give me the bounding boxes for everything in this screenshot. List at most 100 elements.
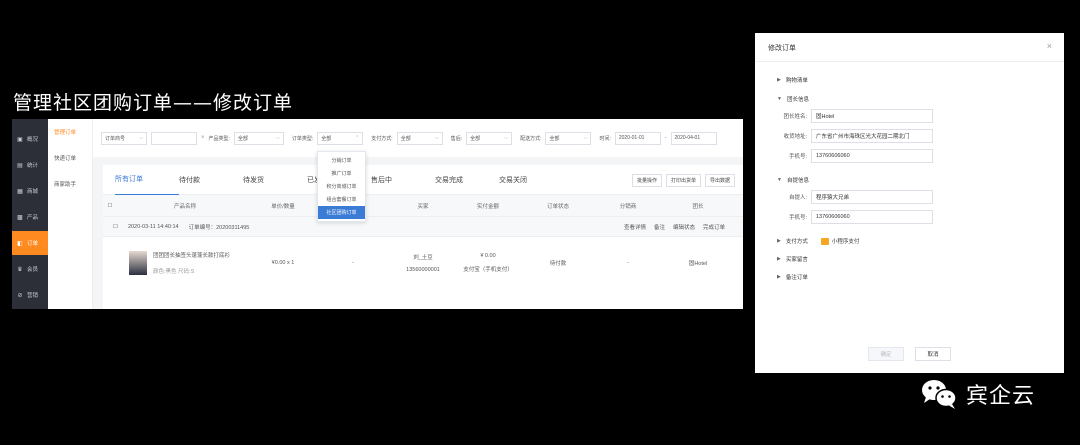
- section-cart[interactable]: ▶ 购物清单: [777, 76, 808, 84]
- order-type-select[interactable]: 全部 ⌃: [317, 131, 364, 145]
- page-title: 管理社区团购订单——修改订单: [13, 92, 294, 114]
- pickup-phone-row: 手机号: 13760606060: [755, 210, 933, 224]
- sidebar-item-mall[interactable]: ▦ 商城: [12, 179, 48, 203]
- buyer-name: 刘_土豆: [413, 255, 433, 261]
- section-pay-method[interactable]: ▶ 支付方式 小程序支付: [777, 237, 859, 246]
- main-content: 订单商号 ⌵ × 产品类型: 全部 ⌵ 订单类型: 全部 ⌃ 支付方式: 全部 ⌵ 售后…: [93, 119, 743, 309]
- table-header: ☐ 产品名称 单价/数量 买家 实付金额 订单状态 分销商 团长: [103, 195, 743, 217]
- caret-down-icon: ▼: [777, 96, 782, 102]
- product-name[interactable]: 团团团长抽签头蓬蓬长款打底衫: [153, 251, 230, 259]
- pickup-person-row: 自提人: 程序猿大兄弟: [755, 190, 933, 204]
- distributor: -: [627, 260, 629, 266]
- order-select-checkbox[interactable]: ☐: [113, 224, 118, 230]
- chart-icon: ▤: [17, 162, 23, 169]
- chevron-up-icon: ⌃: [355, 135, 360, 141]
- view-details-link[interactable]: 查看详情: [624, 223, 646, 231]
- section-buyer-message[interactable]: ▶ 买家留言: [777, 255, 808, 263]
- wechat-icon: [922, 380, 957, 409]
- dropdown-option-points[interactable]: 积分商城订单: [318, 180, 365, 193]
- export-button[interactable]: 导出数据: [704, 174, 735, 187]
- dropdown-option-group-buy[interactable]: 社区团购订单: [318, 206, 365, 219]
- subnav-merchant-assistant[interactable]: 商家助手: [48, 171, 92, 197]
- tab-pending-payment[interactable]: 待付款: [179, 175, 243, 185]
- close-icon[interactable]: ×: [1047, 41, 1052, 51]
- leader-address-input[interactable]: 广东省广州市海珠区光大花园二期北门: [811, 129, 933, 143]
- pickup-person-label: 自提人:: [788, 195, 807, 201]
- leader-name-row: 团长姓名: 固Hotel: [755, 109, 933, 123]
- tab-pending-shipment[interactable]: 待发货: [243, 175, 307, 185]
- confirm-button[interactable]: 确定: [868, 347, 904, 361]
- unit-price: ¥0.00: [271, 260, 286, 266]
- sidebar-item-orders[interactable]: ◧ 订单: [12, 231, 48, 255]
- discount: -: [352, 260, 354, 266]
- pickup-phone-label: 手机号:: [788, 215, 807, 221]
- pickup-person-input[interactable]: 程序猿大兄弟: [811, 190, 933, 204]
- store-icon: ▦: [17, 188, 23, 195]
- brand: 宾企云: [920, 378, 1035, 410]
- order-no-select[interactable]: 订单商号 ⌵: [101, 131, 147, 145]
- section-leader-info[interactable]: ▼ 团长信息: [777, 95, 809, 103]
- print-button[interactable]: 打印出货单: [665, 174, 701, 187]
- section-pickup-info[interactable]: ▼ 自提信息: [777, 176, 809, 184]
- caret-right-icon: ▶: [777, 77, 781, 83]
- batch-button[interactable]: 批量操作: [631, 174, 662, 187]
- product-type-select[interactable]: 全部 ⌵: [233, 131, 284, 145]
- select-all-checkbox[interactable]: ☐: [103, 203, 117, 209]
- leader-address-row: 收货地址: 广东省广州市海珠区光大花园二期北门: [755, 129, 933, 143]
- order-no-input[interactable]: [151, 131, 197, 145]
- caret-right-icon: ▶: [777, 274, 781, 280]
- clear-icon[interactable]: ×: [201, 135, 205, 141]
- buyer-phone: 13560000001: [406, 267, 440, 273]
- sidebar-item-overview[interactable]: ▣ 概况: [12, 127, 48, 151]
- tab-all-orders[interactable]: 所有订单: [115, 165, 179, 195]
- caret-right-icon: ▶: [777, 238, 781, 245]
- tab-closed[interactable]: 交易关闭: [499, 175, 563, 185]
- pickup-phone-input[interactable]: 13760606060: [811, 210, 933, 224]
- miniprogram-icon: [820, 238, 829, 246]
- quantity: x 1: [286, 260, 295, 266]
- sidebar-item-members[interactable]: ♛ 会员: [12, 257, 48, 281]
- sidebar-item-marketing[interactable]: ⊘ 营销: [12, 283, 48, 307]
- dropdown-option-bundle[interactable]: 组合套餐订单: [318, 193, 365, 206]
- crown-icon: ♛: [17, 266, 23, 273]
- subnav-manage-orders[interactable]: 管理订单: [48, 119, 92, 145]
- order-tabs: 所有订单 待付款 待发货 已发 售后中 交易完成 交易关闭 批量操作 打印出货单…: [103, 165, 743, 195]
- paid-amount: ¥ 0.00: [480, 253, 496, 259]
- subnav-express-orders[interactable]: 快递订单: [48, 145, 92, 171]
- caret-down-icon: ▼: [777, 177, 782, 183]
- order-icon: ◧: [17, 240, 23, 247]
- cancel-button[interactable]: 取消: [915, 347, 951, 361]
- sidebar-item-stats[interactable]: ▤ 统计: [12, 153, 48, 177]
- complete-order-link[interactable]: 完成订单: [703, 223, 725, 231]
- brand-name: 宾企云: [966, 384, 1036, 409]
- pay-method-select[interactable]: 全部 ⌵: [396, 131, 443, 145]
- table-row: 团团团长抽签头蓬蓬长款打底衫 颜色:黑色 尺码:S ¥0.00 x 1 - 刘_…: [103, 237, 743, 289]
- link-icon: ⊘: [17, 292, 23, 299]
- orders-card: 所有订单 待付款 待发货 已发 售后中 交易完成 交易关闭 批量操作 打印出货单…: [103, 165, 743, 309]
- sidebar: ▣概况 ▤统计 ▦商城 ▩产品 ◧订单 ♛会员 ⊘营销 ⚇分销: [12, 119, 48, 309]
- after-sale-select[interactable]: 全部 ⌵: [466, 131, 513, 145]
- tab-completed[interactable]: 交易完成: [435, 175, 499, 185]
- overview-icon: ▣: [17, 136, 23, 143]
- leader-phone-input[interactable]: 13760606060: [811, 149, 933, 163]
- section-remark[interactable]: ▶ 备注订单: [777, 273, 808, 281]
- end-date-input[interactable]: 2020-04-01: [670, 131, 717, 145]
- leader-phone-row: 手机号: 13760606060: [755, 149, 933, 163]
- start-date-input[interactable]: 2020-01-01: [614, 131, 661, 145]
- leader-name-input[interactable]: 固Hotel: [811, 109, 933, 123]
- divider: [755, 61, 1064, 62]
- dropdown-option-promotion[interactable]: 推广订单: [318, 167, 365, 180]
- tab-after-sale[interactable]: 售后中: [371, 175, 435, 185]
- pay-method: 支付宝（手机支付）: [463, 267, 513, 273]
- dropdown-option-distribution[interactable]: 分销订单: [318, 154, 365, 167]
- leader-address-label: 收货地址:: [783, 134, 807, 140]
- delivery-select[interactable]: 全部 ⌵: [545, 131, 592, 145]
- product-thumbnail: [129, 251, 147, 275]
- caret-right-icon: ▶: [777, 256, 781, 262]
- sidebar-item-products[interactable]: ▩ 产品: [12, 205, 48, 229]
- edit-status-link[interactable]: 编辑状态: [673, 223, 695, 231]
- order-status: 待付款: [549, 261, 567, 267]
- chevron-down-icon: ⌵: [504, 135, 509, 141]
- remark-link[interactable]: 备注: [654, 223, 665, 231]
- product-spec: 颜色:黑色 尺码:S: [153, 269, 195, 275]
